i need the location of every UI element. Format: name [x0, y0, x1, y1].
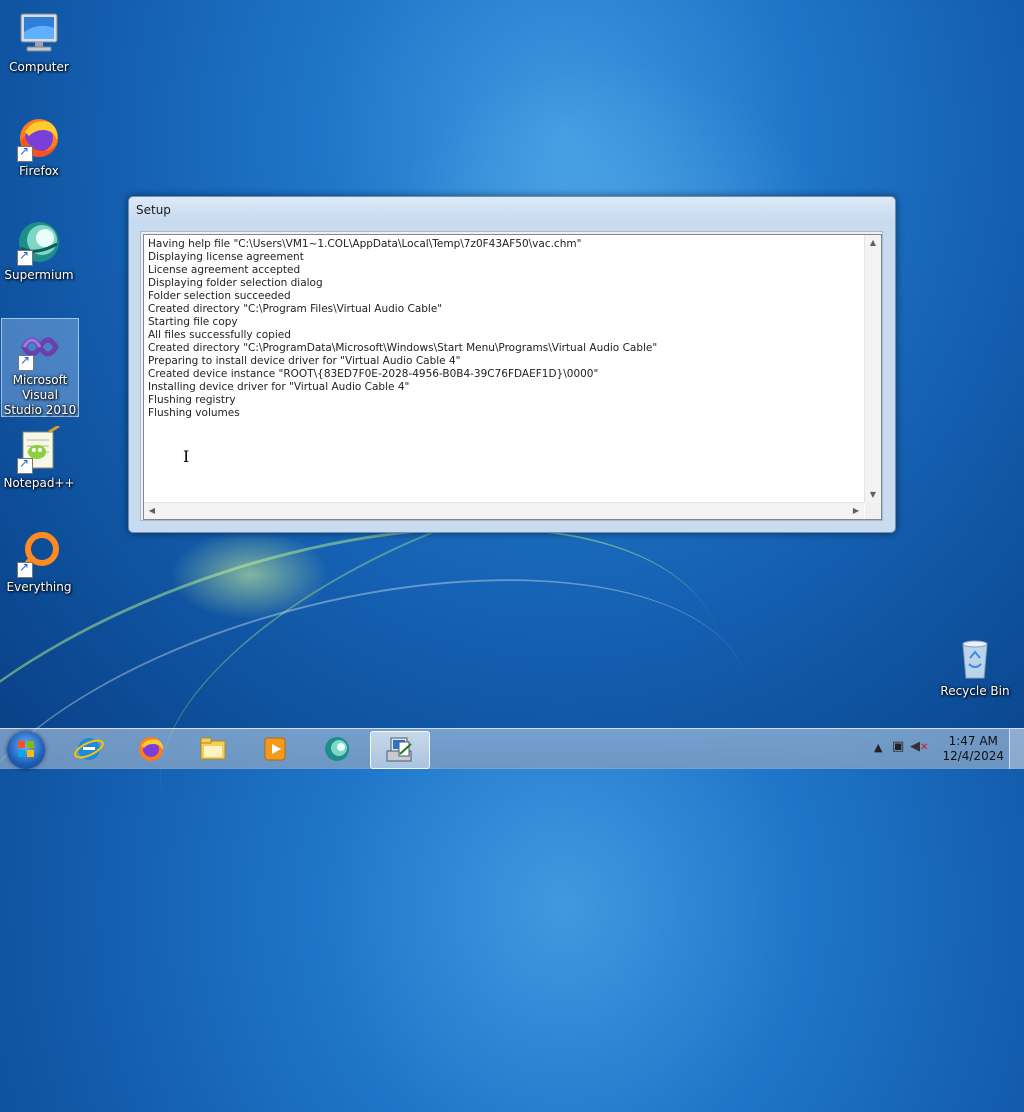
setup-window[interactable]: Setup Having help file "C:\Users\VM1~1.C… [128, 196, 896, 533]
log-line: License agreement accepted [148, 264, 301, 276]
desktop-icon-label: Notepad++ [3, 476, 75, 490]
taskbar-internet-explorer[interactable] [60, 731, 118, 767]
desktop-icon-everything[interactable]: Everything [1, 526, 77, 595]
desktop-icon-supermium[interactable]: Supermium [1, 214, 77, 283]
scroll-right-icon[interactable]: ▶ [848, 503, 864, 519]
taskbar-firefox[interactable] [122, 731, 180, 767]
shortcut-arrow-icon [17, 144, 33, 162]
taskbar: ▲ ▣ ◀✕ 1:47 AM 12/4/2024 [0, 728, 1024, 769]
desktop-icon-visual-studio[interactable]: Microsoft Visual Studio 2010 [1, 318, 79, 417]
window-titlebar[interactable]: Setup [129, 197, 895, 223]
visual-studio-icon [16, 323, 64, 371]
log-line: Displaying folder selection dialog [148, 277, 323, 289]
desktop-icon-computer[interactable]: Computer [1, 6, 77, 75]
volume-muted-icon[interactable]: ◀✕ [910, 739, 928, 754]
log-line: Installing device driver for "Virtual Au… [148, 381, 410, 393]
log-line: Created device instance "ROOT\{83ED7F0E-… [148, 368, 599, 380]
wallpaper-swoosh [0, 431, 784, 1112]
internet-explorer-icon [74, 738, 104, 760]
firefox-icon [15, 114, 63, 162]
clock-date: 12/4/2024 [942, 749, 1004, 763]
horizontal-scrollbar[interactable]: ◀ ▶ [144, 502, 864, 519]
show-desktop-button[interactable] [1009, 729, 1024, 769]
scroll-up-icon[interactable]: ▲ [865, 235, 881, 251]
desktop-icon-firefox[interactable]: Firefox [1, 110, 77, 179]
taskbar-media-player[interactable] [246, 731, 304, 767]
taskbar-supermium[interactable] [308, 731, 366, 767]
log-line: Created directory "C:\Program Files\Virt… [148, 303, 443, 315]
window-client-area: Having help file "C:\Users\VM1~1.COL\App… [140, 231, 883, 521]
shortcut-arrow-icon [17, 456, 33, 474]
log-line: Folder selection succeeded [148, 290, 291, 302]
desktop-icon-label: Firefox [19, 164, 59, 178]
start-button[interactable] [7, 731, 45, 769]
everything-icon [15, 530, 63, 578]
text-cursor-icon: I [183, 447, 190, 466]
file-explorer-icon [200, 737, 226, 760]
log-line: Flushing registry [148, 394, 236, 406]
scrollbar-corner [865, 503, 881, 519]
clock[interactable]: 1:47 AM 12/4/2024 [942, 734, 1004, 764]
desktop-icon-label: Supermium [4, 268, 74, 282]
shortcut-arrow-icon [17, 560, 33, 578]
log-line: Starting file copy [148, 316, 238, 328]
wallpaper-swoosh [0, 506, 792, 1056]
desktop-icon-label: Everything [6, 580, 72, 594]
windows-logo-icon [18, 741, 34, 757]
shortcut-arrow-icon [17, 248, 33, 266]
setup-app-icon [386, 737, 412, 762]
notepadpp-icon [15, 424, 63, 474]
firefox-icon [139, 737, 164, 761]
taskbar-setup-app[interactable] [370, 731, 430, 769]
log-text[interactable]: Having help file "C:\Users\VM1~1.COL\App… [148, 238, 864, 500]
log-line: Created directory "C:\ProgramData\Micros… [148, 342, 658, 354]
supermium-icon [15, 218, 63, 266]
window-title: Setup [136, 203, 171, 217]
scroll-down-icon[interactable]: ▼ [865, 487, 881, 503]
desktop-icon-label: Computer [9, 60, 69, 74]
vertical-scrollbar[interactable]: ▲ ▼ [864, 235, 881, 503]
desktop-icon-recycle-bin[interactable]: Recycle Bin [937, 630, 1013, 699]
desktop-icon-label: Recycle Bin [940, 684, 1010, 698]
network-icon[interactable]: ▣ [892, 739, 904, 754]
log-line: Preparing to install device driver for "… [148, 355, 461, 367]
log-line: Having help file "C:\Users\VM1~1.COL\App… [148, 238, 582, 250]
scroll-left-icon[interactable]: ◀ [144, 503, 160, 519]
desktop-icon-notepadpp[interactable]: Notepad++ [1, 422, 77, 491]
clock-time: 1:47 AM [948, 734, 998, 748]
log-line: Displaying license agreement [148, 251, 304, 263]
media-player-icon [264, 737, 286, 761]
log-line: Flushing volumes [148, 407, 240, 419]
desktop-icon-label: Microsoft Visual Studio 2010 [3, 373, 77, 417]
log-textbox[interactable]: Having help file "C:\Users\VM1~1.COL\App… [143, 234, 882, 520]
recycle-bin-icon [951, 634, 999, 682]
supermium-icon [325, 737, 349, 761]
computer-icon [15, 10, 63, 58]
show-hidden-icons-icon[interactable]: ▲ [874, 741, 882, 754]
taskbar-file-explorer[interactable] [184, 731, 242, 767]
wallpaper-light [170, 530, 330, 620]
system-tray: ▲ ▣ ◀✕ 1:47 AM 12/4/2024 [864, 729, 1024, 769]
log-line: All files successfully copied [148, 329, 291, 341]
shortcut-arrow-icon [18, 353, 34, 371]
